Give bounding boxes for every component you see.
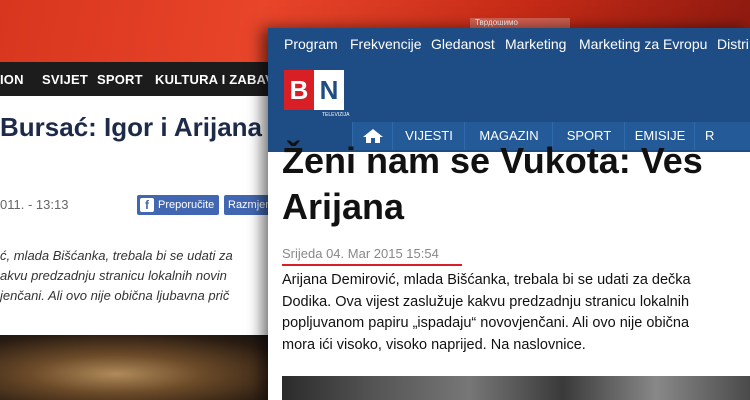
title-line-2: Arijana bbox=[282, 186, 405, 227]
top-nav-distribucija[interactable]: Distri bbox=[717, 36, 749, 52]
top-nav-marketing[interactable]: Marketing bbox=[505, 36, 566, 52]
title-line-1: Ženi nam se Vukota: Ves bbox=[282, 140, 703, 181]
back-article-title: Bursać: Igor i Arijana bbox=[0, 112, 262, 142]
back-nav-item-sport[interactable]: SPORT bbox=[97, 72, 143, 87]
back-nav-item-ion[interactable]: ION bbox=[0, 72, 24, 87]
body-line: popljuvanom papiru „ispadaju“ novovjenča… bbox=[282, 315, 690, 331]
front-article-page: Program Frekvencije Gledanost Marketing … bbox=[268, 28, 750, 400]
body-line: mora ići visoko, visoko naprijed. Na nas… bbox=[282, 336, 586, 353]
article-date: Srijeda 04. Mar 2015 15:54 bbox=[282, 246, 439, 261]
banner-strip-text: Тврдошимо bbox=[475, 18, 519, 27]
recommend-label: Preporučite bbox=[158, 199, 215, 211]
facebook-icon: f bbox=[140, 198, 154, 212]
back-article-photo bbox=[0, 335, 290, 400]
top-nav-marketing-evropa[interactable]: Marketing za Evropu bbox=[579, 36, 707, 52]
back-article-body: ć, mlada Bišćanka, trebala bi se udati z… bbox=[0, 246, 290, 306]
back-nav-item-svijet[interactable]: SVIJET bbox=[42, 72, 88, 87]
logo-subtitle: TELEVIZIJA bbox=[322, 112, 350, 118]
back-body-line: ć, mlada Bišćanka, trebala bi se udati z… bbox=[0, 248, 233, 263]
top-nav-program[interactable]: Program bbox=[284, 36, 338, 52]
back-article-date: 011. - 13:13 bbox=[0, 197, 69, 212]
back-body-line: akvu predzadnju stranicu lokalnih novin bbox=[0, 268, 227, 283]
logo-n: N bbox=[314, 70, 344, 110]
top-nav-gledanost[interactable]: Gledanost bbox=[431, 36, 495, 52]
top-nav-frekvencije[interactable]: Frekvencije bbox=[350, 36, 422, 52]
back-nav-item-kultura[interactable]: KULTURA I ZABAVA bbox=[155, 72, 283, 87]
body-line: Arijana Demirović, mlada Bišćanka, treba… bbox=[282, 272, 691, 288]
article-title: Ženi nam se Vukota: Ves Arijana bbox=[282, 138, 750, 230]
article-body: Arijana Demirović, mlada Bišćanka, treba… bbox=[282, 270, 750, 356]
logo-b: B bbox=[284, 70, 314, 110]
bn-logo[interactable]: B N TELEVIZIJA bbox=[284, 70, 350, 118]
top-nav: Program Frekvencije Gledanost Marketing … bbox=[268, 28, 750, 60]
back-body-line: jenčani. Ali ovo nije obična ljubavna pr… bbox=[0, 288, 230, 303]
date-underline bbox=[282, 264, 462, 266]
recommend-button[interactable]: f Preporučite bbox=[137, 195, 219, 215]
article-photo bbox=[282, 376, 750, 400]
body-line: Dodika. Ova vijest zaslužuje kakvu predz… bbox=[282, 293, 690, 310]
